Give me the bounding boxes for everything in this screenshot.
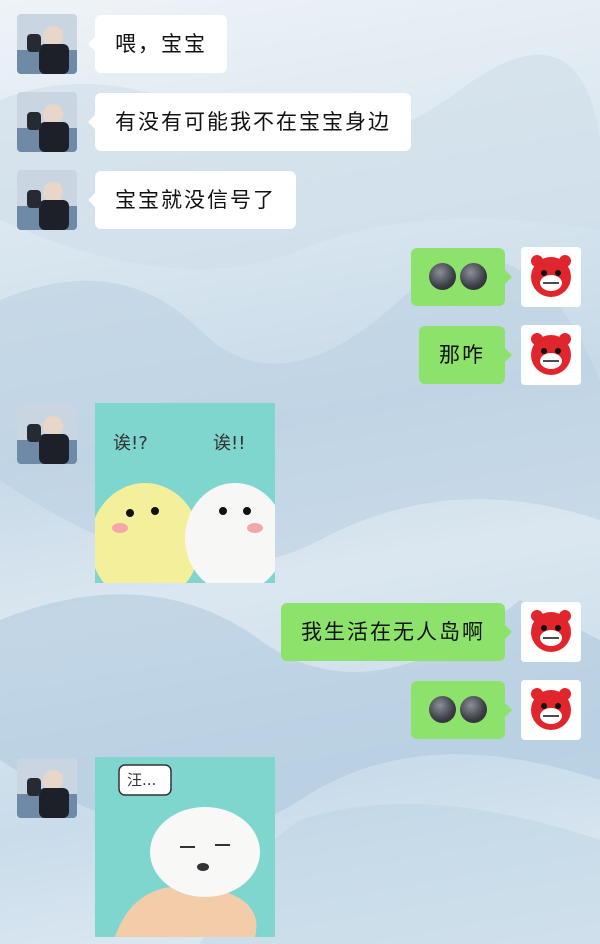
contact-avatar[interactable] [17,170,77,230]
dark-moon-face-emoji-icon [429,262,456,290]
message-text: 我生活在无人岛啊 [301,620,485,644]
contact-avatar[interactable] [17,14,77,74]
contact-avatar[interactable] [17,404,77,464]
message-bubble-sent[interactable]: 我生活在无人岛啊 [281,603,512,661]
message-text: 喂，宝宝 [115,32,207,56]
message-bubble-received[interactable]: 宝宝就没信号了 [88,171,296,229]
user-avatar[interactable] [521,247,581,307]
message-bubble-received[interactable]: 喂，宝宝 [88,15,227,73]
dark-moon-face-emoji-icon [460,695,487,723]
message-bubble-sent[interactable]: 那咋 [419,326,512,384]
user-avatar[interactable] [521,602,581,662]
message-text: 宝宝就没信号了 [115,188,276,212]
user-avatar[interactable] [521,325,581,385]
user-avatar[interactable] [521,680,581,740]
sticker-message[interactable]: 诶!? 诶!! [95,403,275,583]
sticker-caption: 诶!! [213,433,246,454]
contact-avatar[interactable] [17,92,77,152]
sticker-caption: 汪... [127,771,157,789]
contact-avatar[interactable] [17,758,77,818]
message-bubble-sent[interactable] [411,681,512,739]
message-bubble-sent[interactable] [411,248,512,306]
message-text: 有没有可能我不在宝宝身边 [115,110,391,134]
dark-moon-face-emoji-icon [429,695,456,723]
dark-moon-face-emoji-icon [460,262,487,290]
message-text: 那咋 [439,343,485,367]
sticker-caption: 诶!? [113,433,148,454]
message-bubble-received[interactable]: 有没有可能我不在宝宝身边 [88,93,411,151]
sticker-message[interactable]: 汪... [95,757,275,937]
